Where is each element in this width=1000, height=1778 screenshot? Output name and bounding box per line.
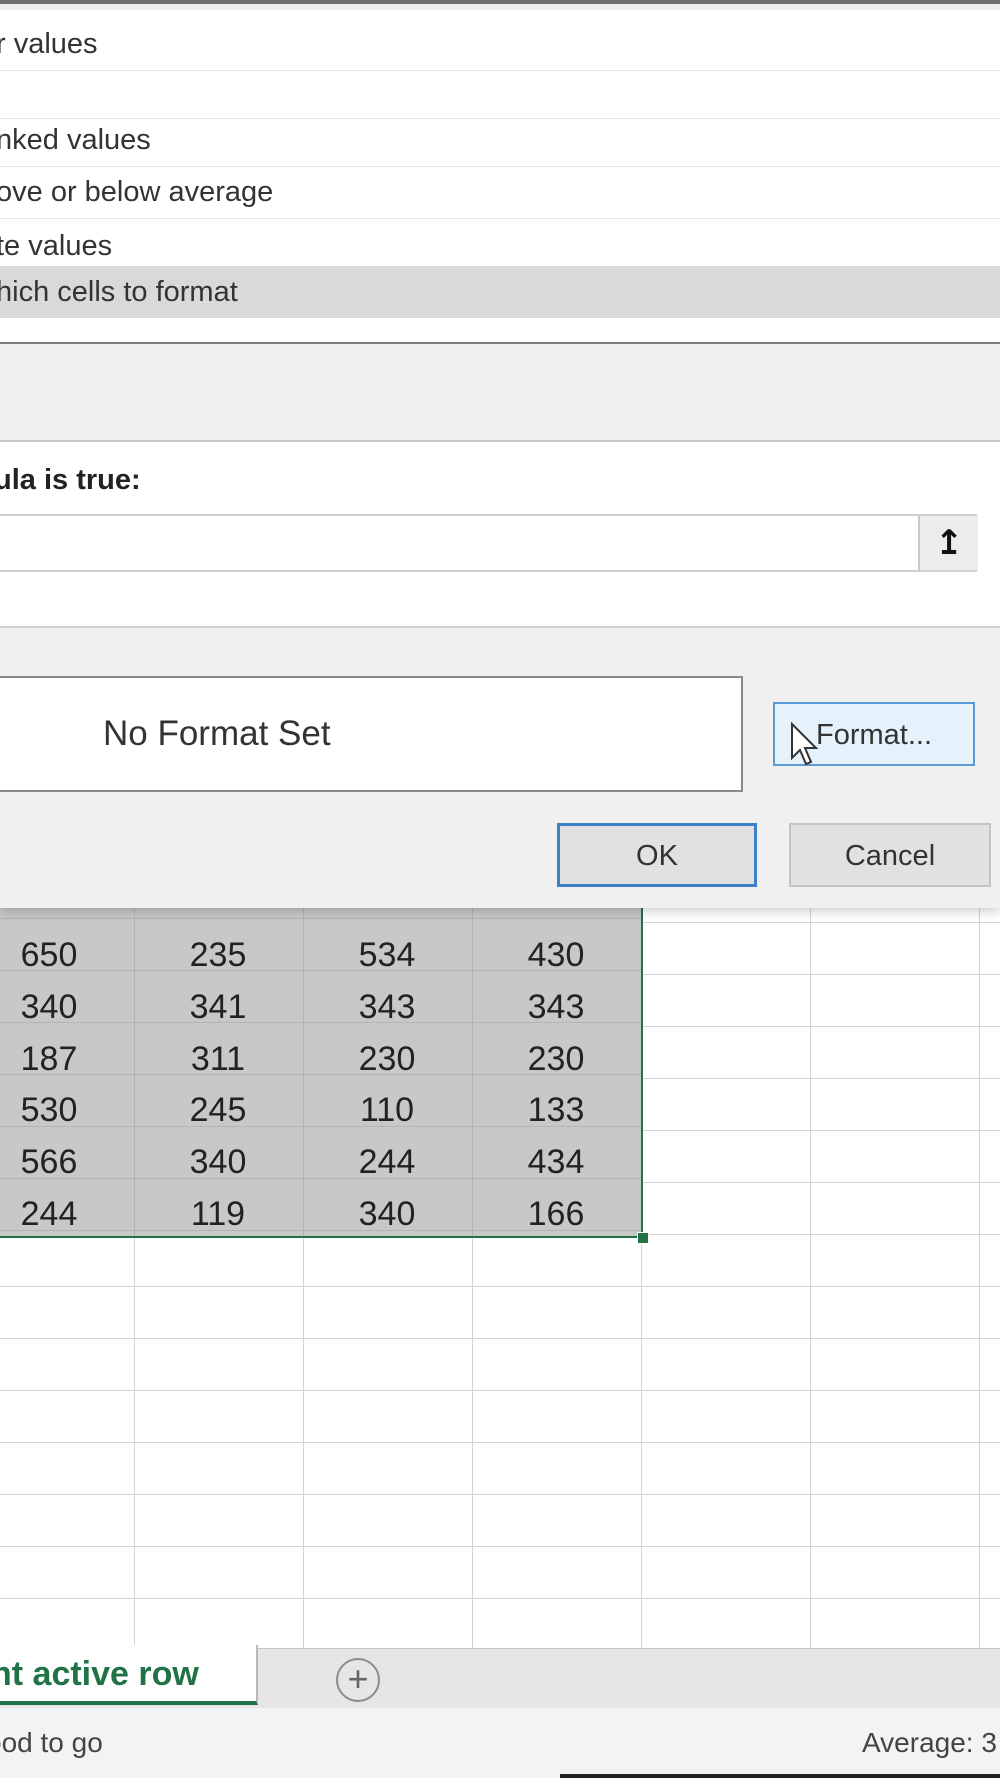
sheet-tab-active[interactable]: nt active row <box>0 1645 258 1705</box>
rule-type-list[interactable]: r values nked values ove or below averag… <box>0 10 1000 344</box>
mouse-cursor-icon <box>791 722 819 766</box>
table-cell[interactable]: 530 <box>0 1084 119 1136</box>
table-cell[interactable]: 244 <box>317 1136 457 1188</box>
table-cell[interactable]: 230 <box>486 1033 626 1085</box>
table-cell[interactable]: 166 <box>486 1188 626 1240</box>
status-bar: ood to go Average: 3 <box>0 1708 1000 1778</box>
rule-description-header <box>0 344 1000 442</box>
table-cell[interactable]: 110 <box>317 1084 457 1136</box>
plus-icon: + <box>347 1658 369 1699</box>
rule-type-item[interactable]: nked values <box>0 114 1000 167</box>
table-cell[interactable]: 340 <box>148 1136 288 1188</box>
new-formatting-rule-dialog: r values nked values ove or below averag… <box>0 0 1000 908</box>
table-cell[interactable]: 340 <box>317 1188 457 1240</box>
formula-input[interactable] <box>0 514 977 572</box>
status-average[interactable]: Average: 3 <box>862 1708 997 1778</box>
table-cell[interactable]: 434 <box>486 1136 626 1188</box>
table-cell[interactable]: 133 <box>486 1084 626 1136</box>
divider <box>560 1774 1000 1778</box>
rule-type-item[interactable]: ove or below average <box>0 166 1000 219</box>
table-cell[interactable]: 430 <box>486 929 626 981</box>
table-cell[interactable]: 534 <box>317 929 457 981</box>
table-cell[interactable]: 650 <box>0 929 119 981</box>
collapse-dialog-button[interactable]: ↥ <box>918 516 978 570</box>
table-cell[interactable]: 244 <box>0 1188 119 1240</box>
preview-text: No Format Set <box>103 714 331 753</box>
rule-type-item[interactable] <box>0 66 1000 119</box>
rule-edit-area: ula is true: ↥ <box>0 442 1000 628</box>
rule-type-item[interactable]: r values <box>0 18 1000 71</box>
formula-label: ula is true: <box>0 464 141 496</box>
cancel-button[interactable]: Cancel <box>789 823 991 887</box>
fill-handle[interactable] <box>637 1232 649 1244</box>
ok-button[interactable]: OK <box>557 823 757 887</box>
table-cell[interactable]: 341 <box>148 981 288 1033</box>
table-cell[interactable]: 187 <box>0 1033 119 1085</box>
rule-type-item-selected[interactable]: hich cells to format <box>0 266 1000 318</box>
table-cell[interactable]: 119 <box>148 1188 288 1240</box>
table-cell[interactable]: 343 <box>486 981 626 1033</box>
table-cell[interactable]: 343 <box>317 981 457 1033</box>
table-cell[interactable]: 230 <box>317 1033 457 1085</box>
table-cell[interactable]: 311 <box>148 1033 288 1085</box>
table-cell[interactable]: 235 <box>148 929 288 981</box>
add-sheet-button[interactable]: + <box>336 1658 380 1702</box>
format-preview: No Format Set <box>0 676 743 792</box>
table-cell[interactable]: 340 <box>0 981 119 1033</box>
status-text: ood to go <box>0 1727 103 1758</box>
table-cell[interactable]: 245 <box>148 1084 288 1136</box>
arrow-up-icon: ↥ <box>934 524 964 562</box>
sheet-tab-bar: nt active row + <box>0 1645 1000 1709</box>
table-cell[interactable]: 566 <box>0 1136 119 1188</box>
